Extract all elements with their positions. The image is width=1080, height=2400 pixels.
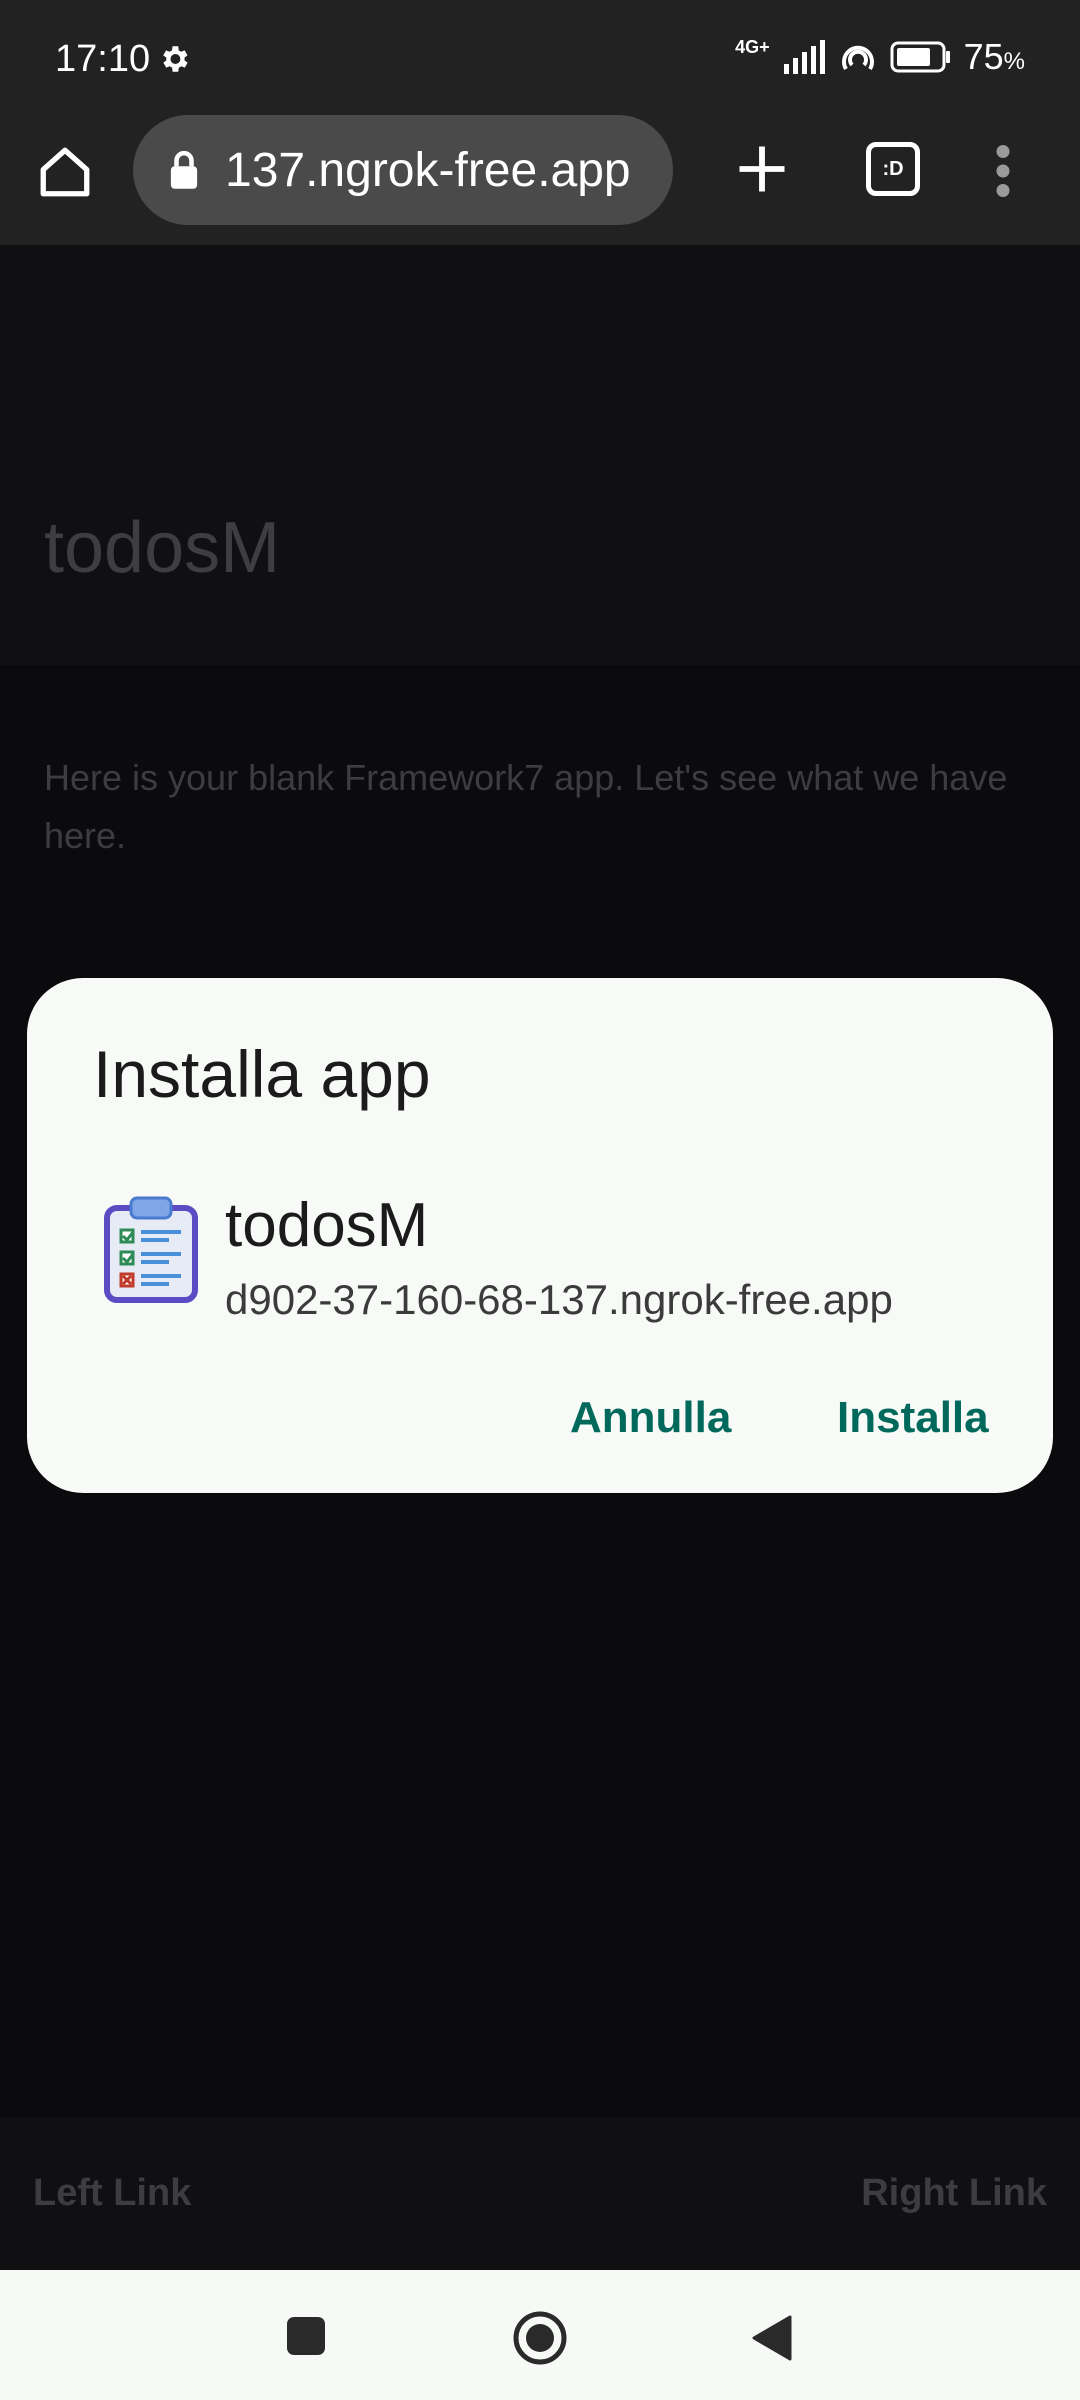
signal-icon: [783, 40, 825, 74]
url-text: 137.ngrok-free.app: [225, 144, 631, 197]
battery-percent-suffix: %: [1003, 48, 1025, 75]
dialog-title: Installa app: [93, 1037, 431, 1111]
recents-icon[interactable]: [287, 2317, 325, 2355]
network-type-label: 4G+: [735, 36, 770, 57]
page-block-text: Here is your blank Framework7 app. Let's…: [44, 757, 1008, 856]
more-menu-icon[interactable]: [993, 145, 1013, 197]
battery-percent-value: 75: [963, 36, 1004, 77]
browser-toolbar: 137.ngrok-free.app :D: [0, 115, 1080, 245]
tab-switcher-label: :D: [882, 157, 904, 180]
lock-icon: [170, 151, 198, 189]
status-right-group: 4G+ 75%: [735, 36, 1025, 78]
page-bottom-toolbar: Left Link Right Link: [0, 2117, 1080, 2270]
dialog-app-url: d902-37-160-68-137.ngrok-free.app: [225, 1276, 893, 1323]
install-button[interactable]: Installa: [837, 1393, 989, 1443]
settings-icon: [163, 46, 188, 72]
home-button-icon[interactable]: [512, 2310, 568, 2366]
hotspot-icon: [841, 45, 874, 71]
home-icon[interactable]: [36, 143, 94, 201]
address-bar[interactable]: 137.ngrok-free.app: [133, 115, 673, 225]
install-app-dialog: Installa app todosM d902-37-160-68-137.n…: [27, 978, 1053, 1493]
clipboard-checklist-icon: [104, 1196, 198, 1303]
status-bar: 17:10 4G+ 75%: [0, 0, 1080, 115]
battery-percent: 75%: [964, 36, 1025, 78]
page-navbar: todosM: [0, 245, 1080, 665]
cancel-button[interactable]: Annulla: [570, 1393, 731, 1443]
right-link[interactable]: Right Link: [861, 2172, 1047, 2215]
page-title: todosM: [44, 508, 281, 588]
system-nav-bar: [0, 2270, 1080, 2400]
battery-icon: [890, 41, 950, 73]
left-link[interactable]: Left Link: [33, 2172, 191, 2215]
back-icon[interactable]: [750, 2315, 792, 2361]
tab-switcher-icon[interactable]: :D: [866, 142, 920, 196]
new-tab-icon[interactable]: [735, 142, 789, 196]
status-time: 17:10: [55, 38, 151, 80]
dialog-app-name: todosM: [225, 1191, 429, 1260]
